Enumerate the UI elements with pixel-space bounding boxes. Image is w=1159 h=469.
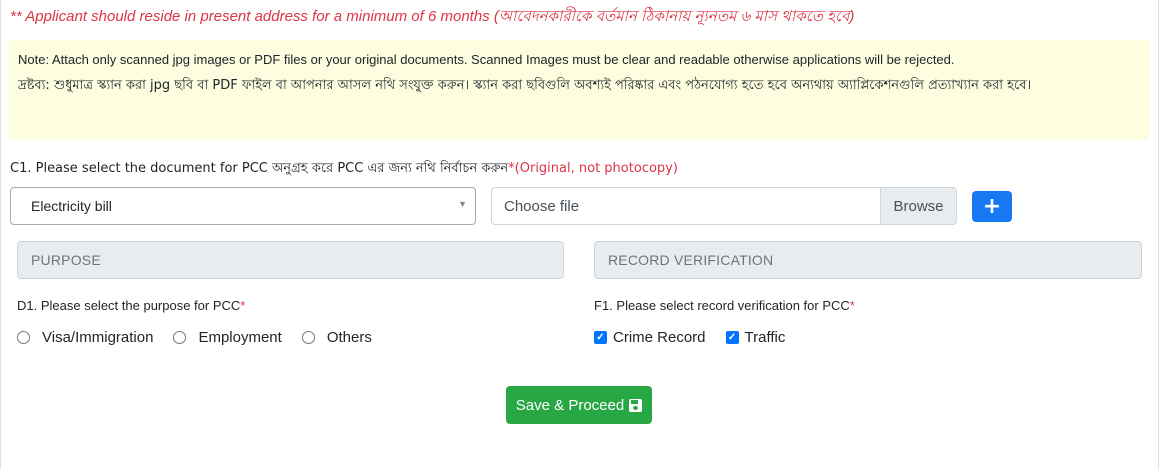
attachment-note-bengali: দ্রষ্টব্য: শুধুমাত্র স্ক্যান করা jpg ছবি… xyxy=(18,78,1032,93)
record-verification-checkbox-group: ✓ Crime Record ✓ Traffic xyxy=(594,329,805,346)
purpose-radio-group: Visa/Immigration Employment Others xyxy=(17,329,392,346)
original-not-photocopy-note: *(Original, not photocopy) xyxy=(508,161,678,176)
file-input[interactable]: Choose file Browse xyxy=(491,187,957,225)
save-and-proceed-button[interactable]: Save & Proceed xyxy=(506,386,652,424)
checkbox-checked[interactable]: ✓ xyxy=(725,331,739,344)
record-option-crime-record[interactable]: ✓ Crime Record xyxy=(594,329,706,346)
purpose-required-mark: * xyxy=(240,298,246,313)
add-document-button[interactable]: + xyxy=(972,191,1012,222)
checkmark-icon: ✓ xyxy=(727,331,737,343)
purpose-option-label: Others xyxy=(326,329,372,346)
save-button-label: Save & Proceed xyxy=(515,396,625,414)
record-option-traffic[interactable]: ✓ Traffic xyxy=(725,329,786,346)
record-required-mark: * xyxy=(849,298,855,313)
radio-button[interactable] xyxy=(173,331,187,344)
residence-requirement-note: ** Applicant should reside in present ad… xyxy=(10,8,855,25)
document-type-select[interactable]: Electricity bill ▼ xyxy=(10,187,476,225)
dropdown-caret-icon: ▼ xyxy=(458,199,467,209)
purpose-option-others[interactable]: Others xyxy=(301,329,372,346)
file-input-placeholder: Choose file xyxy=(504,197,580,215)
record-option-label: Traffic xyxy=(744,329,786,346)
purpose-section-header: PURPOSE xyxy=(17,241,564,279)
purpose-option-employment[interactable]: Employment xyxy=(173,329,282,346)
browse-button[interactable]: Browse xyxy=(880,188,956,224)
checkmark-icon: ✓ xyxy=(596,331,605,343)
purpose-option-visa-immigration[interactable]: Visa/Immigration xyxy=(17,329,153,346)
purpose-option-label: Visa/Immigration xyxy=(42,329,154,346)
floppy-disk-icon xyxy=(629,398,643,412)
radio-button[interactable] xyxy=(17,331,30,344)
record-verification-section-header: RECORD VERIFICATION xyxy=(594,241,1142,279)
document-select-label-text: C1. Please select the document for PCC অ… xyxy=(10,161,509,176)
checkbox-checked[interactable]: ✓ xyxy=(594,331,607,344)
purpose-option-label: Employment xyxy=(198,329,282,346)
document-select-label: C1. Please select the document for PCC অ… xyxy=(10,159,678,180)
radio-button[interactable] xyxy=(301,331,315,344)
attachment-note-box: Note: Attach only scanned jpg images or … xyxy=(8,40,1149,140)
record-verification-label-text: F1. Please select record verification fo… xyxy=(594,298,850,313)
document-type-selected-value: Electricity bill xyxy=(31,198,112,214)
record-verification-label: F1. Please select record verification fo… xyxy=(594,298,855,313)
purpose-label-text: D1. Please select the purpose for PCC xyxy=(17,298,241,313)
record-option-label: Crime Record xyxy=(613,329,706,346)
purpose-label: D1. Please select the purpose for PCC* xyxy=(17,298,245,313)
plus-icon: + xyxy=(982,193,1002,219)
attachment-note-english: Note: Attach only scanned jpg images or … xyxy=(18,52,955,67)
